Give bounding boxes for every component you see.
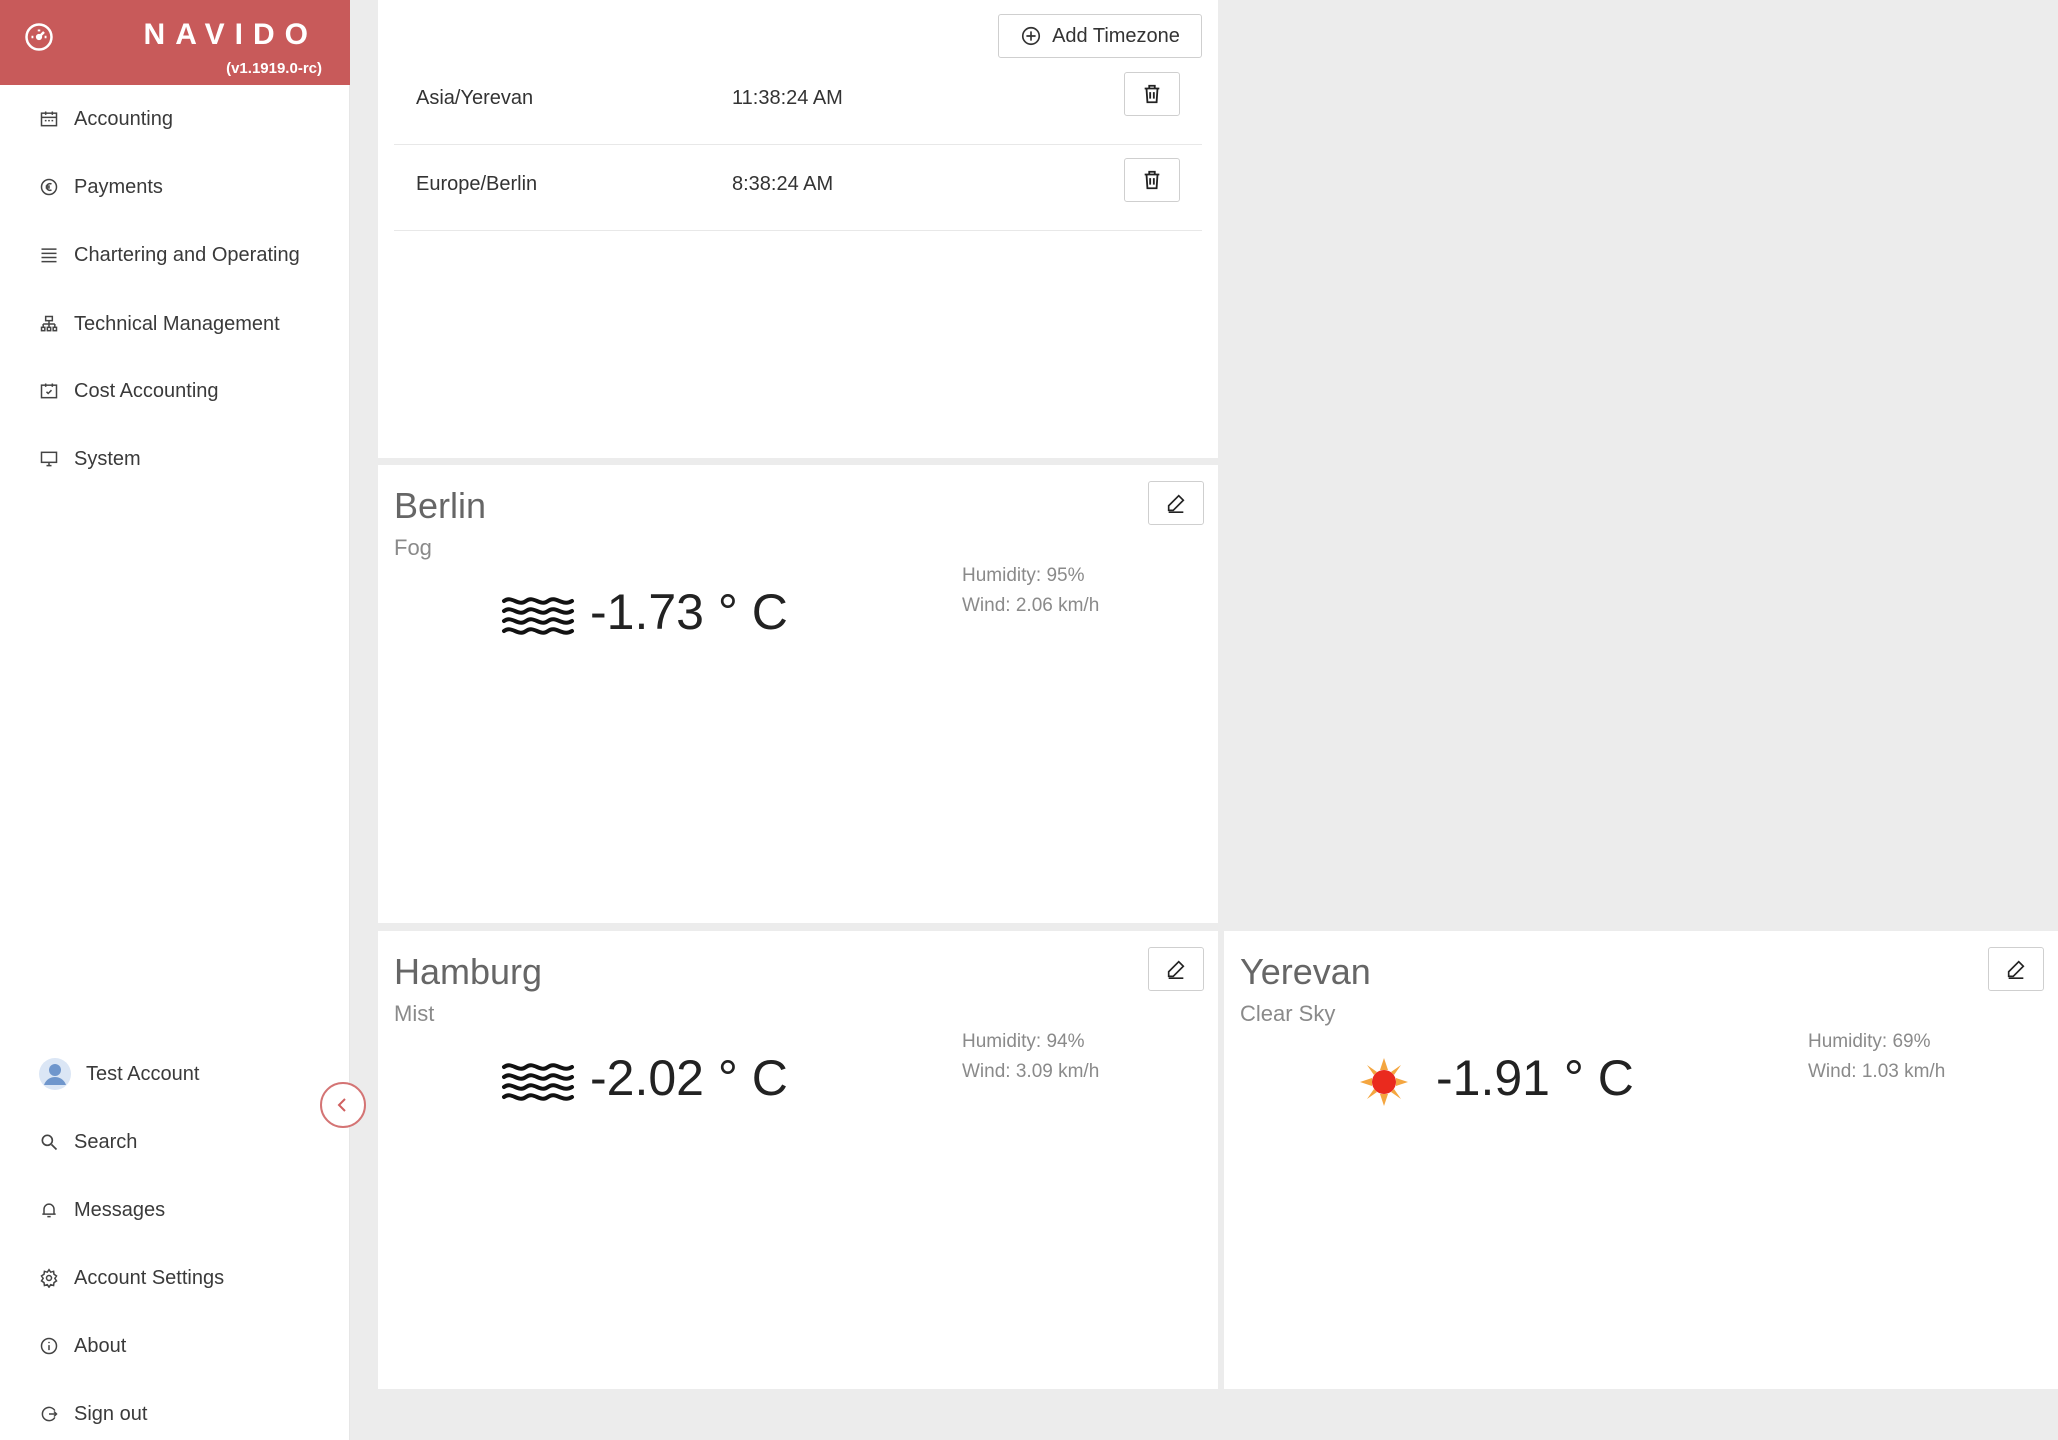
info-icon: [38, 1335, 60, 1357]
timezone-time: 8:38:24 AM: [732, 173, 834, 195]
sidebar-item-label: Accounting: [74, 107, 173, 130]
trash-icon: [1144, 84, 1160, 104]
collapse-sidebar-button[interactable]: [320, 1082, 366, 1128]
sidebar-item-messages[interactable]: Messages: [0, 1184, 350, 1236]
pencil-icon: [1167, 494, 1185, 513]
sun-icon: [1346, 1053, 1422, 1111]
edit-weather-button[interactable]: [1988, 947, 2044, 991]
weather-humidity: Humidity: 95%: [962, 565, 1085, 586]
calendar-icon: [38, 108, 60, 130]
weather-city: Berlin: [394, 485, 487, 526]
org-chart-icon: [38, 313, 60, 335]
weather-condition: Fog: [394, 535, 432, 560]
sidebar-item-label: Sign out: [74, 1402, 148, 1425]
sidebar-item-account[interactable]: Test Account: [0, 1048, 350, 1100]
sidebar-item-about[interactable]: About: [0, 1320, 350, 1372]
sidebar-item-cost-accounting[interactable]: Cost Accounting: [0, 365, 350, 417]
brand-version: (v1.1919.0-rc): [226, 60, 322, 77]
sidebar-item-label: Search: [74, 1130, 138, 1153]
timezone-card: Add Timezone Asia/Yerevan 11:38:24 AM Eu…: [378, 0, 1218, 458]
weather-humidity: Humidity: 69%: [1808, 1031, 1931, 1052]
timezone-time: 11:38:24 AM: [732, 87, 843, 109]
sidebar-item-account-settings[interactable]: Account Settings: [0, 1252, 350, 1304]
brand-name: NAVIDO: [143, 18, 318, 51]
pencil-icon: [1167, 960, 1185, 979]
weather-wind: Wind: 3.09 km/h: [962, 1061, 1100, 1082]
weather-card-berlin: Berlin Fog -1.73 ° C Humidity: 95% Wind:…: [378, 465, 1218, 923]
sidebar-item-label: Payments: [74, 175, 163, 198]
sidebar-item-label: Test Account: [86, 1062, 200, 1085]
list-icon: [38, 244, 60, 266]
sidebar-item-technical[interactable]: Technical Management: [0, 298, 350, 350]
timezone-row: Asia/Yerevan 11:38:24 AM: [394, 59, 1202, 145]
calendar-check-icon: [38, 380, 60, 402]
sidebar-item-label: Messages: [74, 1198, 166, 1221]
sidebar-item-label: About: [74, 1334, 127, 1357]
euro-circle-icon: [38, 176, 60, 198]
add-timezone-button[interactable]: Add Timezone: [998, 14, 1202, 58]
trash-icon: [1144, 170, 1160, 190]
edit-weather-button[interactable]: [1148, 947, 1204, 991]
weather-wind: Wind: 2.06 km/h: [962, 595, 1100, 616]
weather-humidity: Humidity: 94%: [962, 1031, 1085, 1052]
weather-city: Hamburg: [394, 951, 543, 992]
sidebar-item-label: Account Settings: [74, 1266, 225, 1289]
monitor-icon: [38, 448, 60, 470]
sidebar-item-label: Chartering and Operating: [74, 243, 300, 266]
timezone-name: Asia/Yerevan: [416, 87, 534, 109]
brand-header[interactable]: NAVIDO (v1.1919.0-rc): [0, 0, 350, 85]
weather-temperature: -1.91 ° C: [1436, 1050, 1634, 1106]
sidebar: NAVIDO (v1.1919.0-rc) Accounting Payment…: [0, 0, 350, 1440]
sidebar-item-payments[interactable]: Payments: [0, 161, 350, 213]
plus-circle-icon: [1021, 26, 1041, 46]
weather-wind: Wind: 1.03 km/h: [1808, 1061, 1946, 1082]
dashboard-icon: [25, 23, 53, 51]
weather-card-hamburg: Hamburg Mist -2.02 ° C Humidity: 94% Win…: [378, 931, 1218, 1389]
weather-condition: Mist: [394, 1001, 435, 1026]
sidebar-item-chartering[interactable]: Chartering and Operating: [0, 229, 350, 281]
delete-timezone-button[interactable]: [1124, 158, 1180, 202]
pencil-icon: [2007, 960, 2025, 979]
fog-icon: [500, 1053, 576, 1111]
sign-out-icon: [38, 1403, 60, 1425]
timezone-name: Europe/Berlin: [416, 173, 538, 195]
sidebar-item-label: Technical Management: [74, 312, 280, 335]
chevron-left-icon: [337, 1098, 346, 1112]
sidebar-item-sign-out[interactable]: Sign out: [0, 1388, 350, 1440]
sidebar-item-system[interactable]: System: [0, 433, 350, 485]
sidebar-item-accounting[interactable]: Accounting: [0, 93, 350, 145]
weather-condition: Clear Sky: [1240, 1001, 1336, 1026]
sidebar-item-label: Cost Accounting: [74, 379, 219, 402]
weather-temperature: -1.73 ° C: [590, 584, 788, 640]
timezone-row: Europe/Berlin 8:38:24 AM: [394, 145, 1202, 231]
add-timezone-label: Add Timezone: [1052, 24, 1180, 47]
bell-icon: [38, 1199, 60, 1221]
weather-temperature: -2.02 ° C: [590, 1050, 788, 1106]
delete-timezone-button[interactable]: [1124, 72, 1180, 116]
weather-card-yerevan: Yerevan Clear Sky -1.91 ° C Humidity: 69…: [1224, 931, 2058, 1389]
fog-icon: [500, 587, 576, 645]
weather-city: Yerevan: [1240, 951, 1371, 992]
avatar-icon: [38, 1057, 72, 1091]
search-icon: [38, 1131, 60, 1153]
edit-weather-button[interactable]: [1148, 481, 1204, 525]
gear-icon: [38, 1267, 60, 1289]
sidebar-item-label: System: [74, 447, 141, 470]
sidebar-item-search[interactable]: Search: [0, 1116, 350, 1168]
